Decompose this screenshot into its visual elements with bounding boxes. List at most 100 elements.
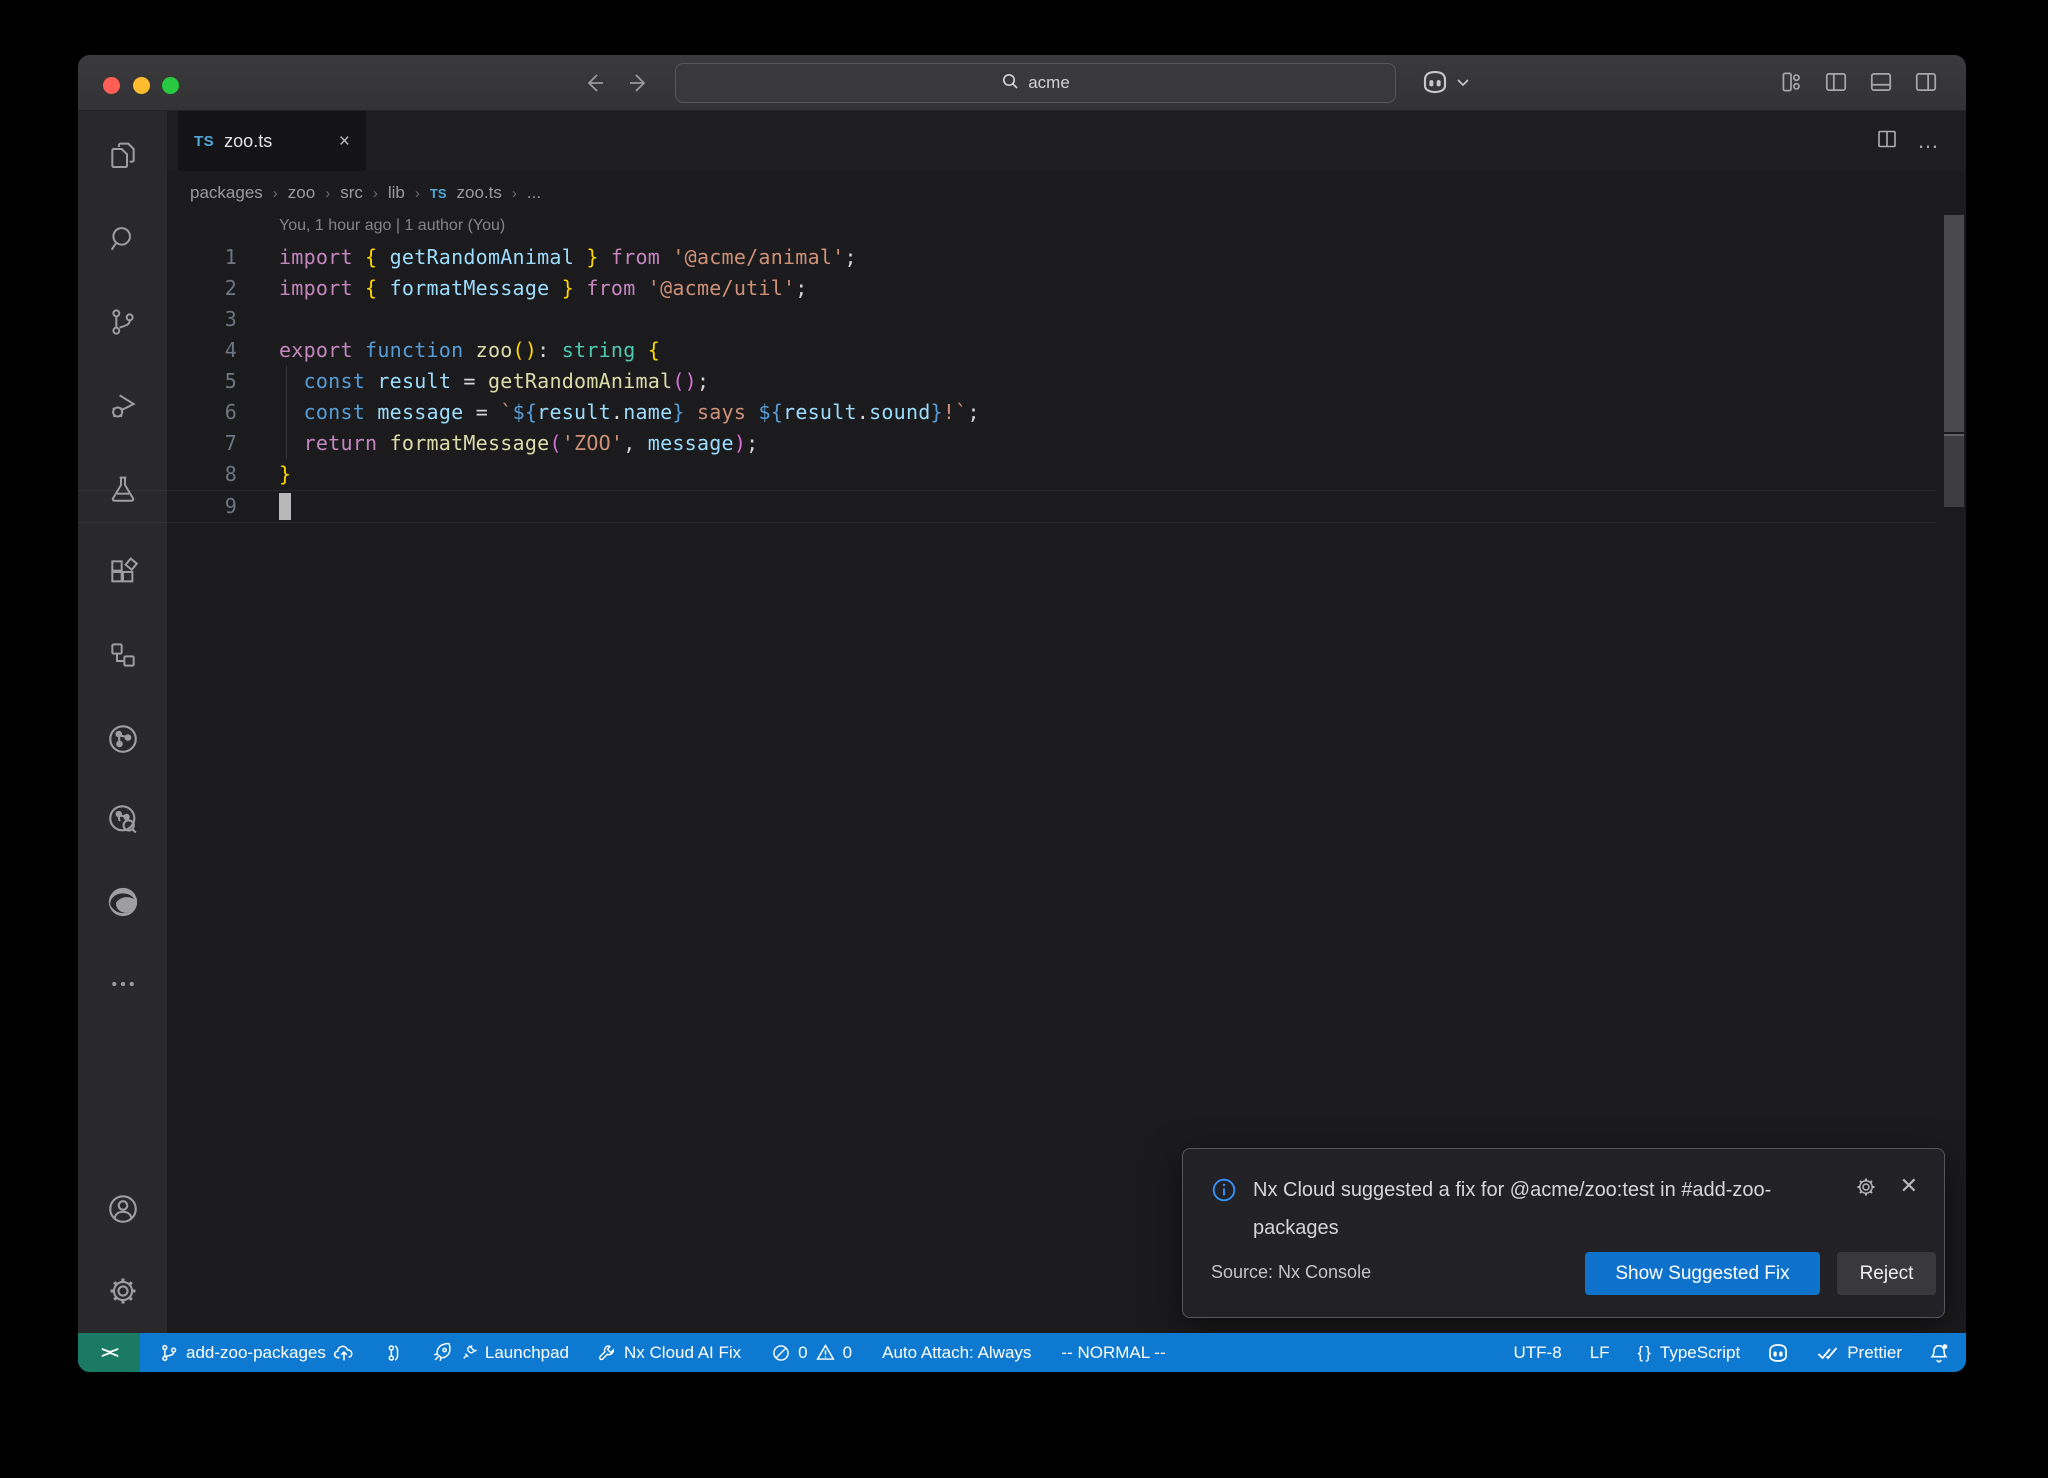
notification-message: Nx Cloud suggested a fix for @acme/zoo:t… <box>1253 1171 1853 1247</box>
status-branch[interactable]: add-zoo-packages <box>159 1342 355 1364</box>
code-line[interactable]: 2import { formatMessage } from '@acme/ut… <box>78 273 1936 304</box>
status-source-control-graph[interactable] <box>383 1343 403 1363</box>
chevron-right-icon: › <box>273 185 278 202</box>
more-views-icon[interactable] <box>78 954 167 1014</box>
copilot-menu[interactable] <box>1420 67 1470 102</box>
code-line[interactable]: 1import { getRandomAnimal } from '@acme/… <box>78 242 1936 273</box>
breadcrumb-item[interactable]: packages <box>190 183 263 203</box>
status-problems[interactable]: 0 0 <box>771 1342 852 1363</box>
line-number: 3 <box>78 304 237 335</box>
close-window-button[interactable] <box>103 77 120 94</box>
chevron-down-icon <box>1456 75 1470 94</box>
status-eol[interactable]: LF <box>1590 1343 1610 1363</box>
code-line[interactable]: 4export function zoo(): string { <box>78 335 1936 366</box>
copilot-icon <box>1766 1341 1790 1365</box>
git-blame-annotation: You, 1 hour ago | 1 author (You) <box>279 217 505 235</box>
indent-guide <box>286 366 287 459</box>
code-line[interactable]: 5 const result = getRandomAnimal(); <box>78 366 1936 397</box>
settings-gear-icon[interactable] <box>78 1261 167 1321</box>
nx-project-details-icon[interactable] <box>78 789 167 849</box>
braces-icon: {} <box>1638 1343 1653 1363</box>
breadcrumb-file[interactable]: zoo.ts <box>457 183 502 203</box>
status-formatter[interactable]: Prettier <box>1816 1341 1902 1365</box>
double-check-icon <box>1816 1341 1840 1365</box>
tab-zoo-ts[interactable]: TS zoo.ts × <box>178 111 366 171</box>
vscode-window: acme <box>78 55 1966 1372</box>
commit-graph-icon <box>383 1343 403 1363</box>
editor-more-actions-icon[interactable]: … <box>1917 128 1940 154</box>
notification-close-icon[interactable]: ✕ <box>1900 1175 1918 1197</box>
line-number: 7 <box>78 428 237 459</box>
line-number: 1 <box>78 242 237 273</box>
chevron-right-icon: › <box>512 185 517 202</box>
status-bar: >< add-zoo-packages <box>78 1333 1966 1372</box>
nx-console-icon[interactable] <box>78 625 167 685</box>
editor-scrollbar-extension[interactable] <box>1944 434 1964 507</box>
wrench-icon <box>597 1343 617 1363</box>
bell-dot-icon <box>1928 1342 1950 1364</box>
remote-indicator[interactable]: >< <box>78 1333 140 1372</box>
plug-icon <box>460 1344 478 1362</box>
tab-bar: TS zoo.ts × … <box>167 111 1966 171</box>
show-suggested-fix-button[interactable]: Show Suggested Fix <box>1585 1252 1820 1295</box>
status-language[interactable]: {} TypeScript <box>1638 1343 1741 1363</box>
status-notifications[interactable] <box>1928 1342 1950 1364</box>
notification-toast: Nx Cloud suggested a fix for @acme/zoo:t… <box>1182 1148 1945 1318</box>
code-line[interactable]: 8} <box>78 459 1936 490</box>
copilot-icon <box>1420 67 1450 102</box>
cloud-upload-icon <box>333 1342 355 1364</box>
code-line[interactable]: 3 <box>78 304 1936 335</box>
line-number: 9 <box>78 491 237 522</box>
notification-settings-gear-icon[interactable] <box>1854 1175 1878 1204</box>
git-branch-icon <box>159 1343 179 1363</box>
status-vim-mode[interactable]: -- NORMAL -- <box>1061 1343 1165 1363</box>
edge-browser-icon[interactable] <box>78 872 167 932</box>
line-number: 6 <box>78 397 237 428</box>
split-editor-icon[interactable] <box>1875 127 1899 156</box>
warning-triangle-icon <box>815 1342 836 1363</box>
status-encoding[interactable]: UTF-8 <box>1514 1343 1562 1363</box>
accounts-icon[interactable] <box>78 1179 167 1239</box>
info-icon <box>1211 1177 1237 1208</box>
search-value: acme <box>1028 73 1070 93</box>
code-editor[interactable]: 1import { getRandomAnimal } from '@acme/… <box>78 242 1936 523</box>
tab-label: zoo.ts <box>224 131 272 152</box>
breadcrumb-item[interactable]: lib <box>388 183 405 203</box>
toggle-secondary-sidebar-icon[interactable] <box>1913 69 1939 95</box>
toggle-panel-icon[interactable] <box>1868 69 1894 95</box>
command-center-search[interactable]: acme <box>675 63 1396 103</box>
error-circle-icon <box>771 1343 791 1363</box>
code-line[interactable]: 6 const message = `${result.name} says $… <box>78 397 1936 428</box>
code-line[interactable]: 9 <box>78 490 1936 523</box>
code-line[interactable]: 7 return formatMessage('ZOO', message); <box>78 428 1936 459</box>
status-launchpad[interactable]: Launchpad <box>431 1342 569 1364</box>
chevron-right-icon: › <box>325 185 330 202</box>
search-icon <box>1001 72 1019 95</box>
line-number: 5 <box>78 366 237 397</box>
back-arrow-icon[interactable] <box>580 69 608 97</box>
forward-arrow-icon[interactable] <box>625 69 653 97</box>
breadcrumb: packages› zoo› src› lib› TS zoo.ts› ... <box>190 171 541 215</box>
status-auto-attach[interactable]: Auto Attach: Always <box>882 1343 1031 1363</box>
extensions-icon[interactable] <box>78 542 167 602</box>
customize-layout-icon[interactable] <box>1778 69 1804 95</box>
explorer-icon[interactable] <box>78 125 167 185</box>
status-nx-cloud-fix[interactable]: Nx Cloud AI Fix <box>597 1343 741 1363</box>
reject-button[interactable]: Reject <box>1837 1252 1936 1295</box>
breadcrumb-more[interactable]: ... <box>527 183 541 203</box>
line-number: 8 <box>78 459 237 490</box>
minimize-window-button[interactable] <box>133 77 150 94</box>
chevron-right-icon: › <box>415 185 420 202</box>
typescript-file-icon: TS <box>430 186 447 201</box>
breadcrumb-item[interactable]: src <box>340 183 363 203</box>
status-copilot[interactable] <box>1766 1341 1790 1365</box>
zoom-window-button[interactable] <box>162 77 179 94</box>
breadcrumb-item[interactable]: zoo <box>288 183 315 203</box>
typescript-file-icon: TS <box>194 133 214 150</box>
title-bar: acme <box>78 55 1966 111</box>
toggle-primary-sidebar-icon[interactable] <box>1823 69 1849 95</box>
rocket-icon <box>431 1342 453 1364</box>
editor-scrollbar[interactable] <box>1944 215 1964 432</box>
nx-graph-icon[interactable] <box>78 709 167 769</box>
tab-close-icon[interactable]: × <box>339 132 350 151</box>
